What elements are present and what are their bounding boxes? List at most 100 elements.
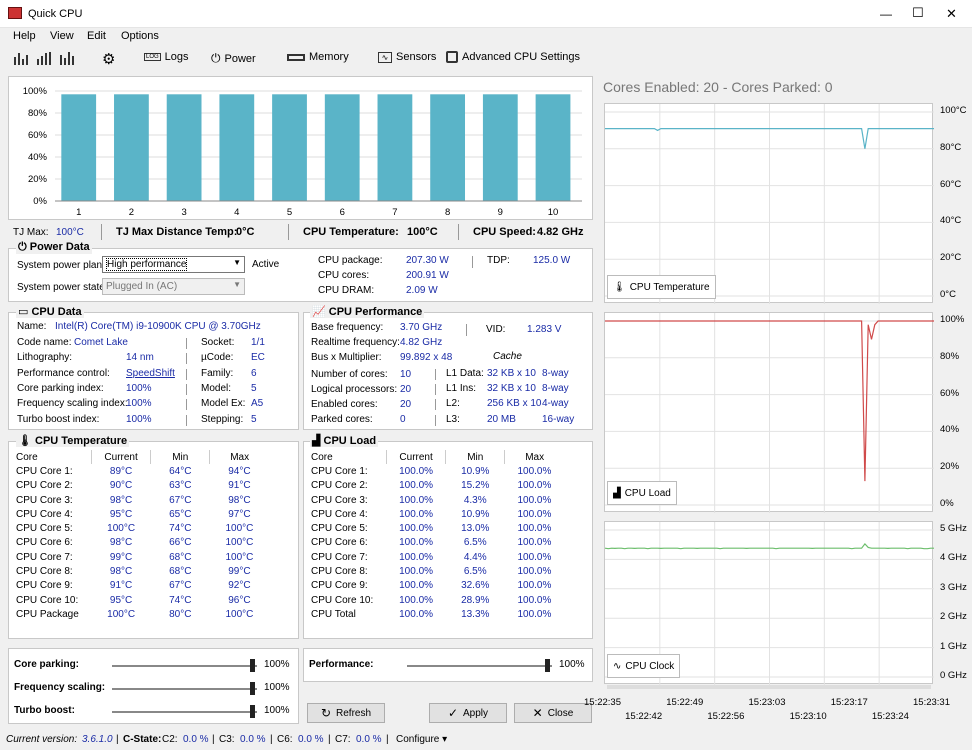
temperature-graph-label[interactable]: 🌡 CPU Temperature xyxy=(607,275,716,299)
bar xyxy=(272,94,307,201)
close-window-button[interactable]: ✕ xyxy=(946,6,957,22)
c6-value: 0.0 % xyxy=(298,734,324,745)
menu-view[interactable]: View xyxy=(50,30,74,42)
gear-icon[interactable]: ⚙ xyxy=(102,50,115,68)
 xyxy=(186,383,187,395)
cpu-data-value: 14 nm xyxy=(126,352,154,364)
menu-options[interactable]: Options xyxy=(121,30,159,42)
core-parking-label: Core parking: xyxy=(14,659,80,670)
cpu-data-label: Lithography: xyxy=(17,352,73,364)
performance-label: Realtime frequency: xyxy=(311,337,400,349)
status-bar: Current version: 3.6.1.0 | C-State: C2: … xyxy=(6,734,448,745)
bar-chart-icon[interactable] xyxy=(13,51,29,65)
load-row: CPU Core 9: 100.0% 32.6% 100.0% xyxy=(309,579,564,593)
app-icon xyxy=(8,7,22,19)
sensors-button[interactable]: ∿ Sensors xyxy=(378,51,436,63)
freq-scaling-track[interactable] xyxy=(112,688,257,690)
power-plan-status: Active xyxy=(252,259,280,270)
 xyxy=(186,399,187,411)
graph-y-tick: 1 GHz xyxy=(940,640,967,652)
cpu-data-value: 100% xyxy=(126,398,152,410)
menu-edit[interactable]: Edit xyxy=(87,30,106,42)
core-parking-track[interactable] xyxy=(112,665,257,667)
load-cell: CPU Core 4: xyxy=(311,508,368,520)
power-state-select: Plugged In (AC) ▼ xyxy=(102,278,245,295)
performance-track[interactable] xyxy=(407,665,552,667)
 xyxy=(435,399,436,411)
core-parking-thumb[interactable] xyxy=(250,659,255,672)
load-row: CPU Core 6: 100.0% 6.5% 100.0% xyxy=(309,536,564,550)
load-cell: CPU Core 6: xyxy=(311,537,368,549)
bar xyxy=(114,94,149,201)
bar-y-tick: 20% xyxy=(28,174,48,185)
refresh-button[interactable]: ↻ Refresh xyxy=(307,703,385,723)
cpu-data-label: Model: xyxy=(201,382,232,394)
cpu-data-value: 5 xyxy=(251,413,257,425)
minimize-button[interactable]: — xyxy=(880,7,892,21)
bar-x-tick: 2 xyxy=(129,207,134,218)
performance-label: Number of cores: xyxy=(311,368,388,380)
logs-button[interactable]: LOG Logs xyxy=(144,51,189,63)
c6-label: C6: xyxy=(277,734,293,745)
load-cell: 100.0% xyxy=(399,580,434,592)
cputemp-value: 100°C xyxy=(407,226,438,238)
apply-button[interactable]: ✓ Apply xyxy=(429,703,507,723)
configure-dropdown[interactable]: Configure ▾ xyxy=(396,734,447,745)
temperature-table: Core Current Min Max CPU Core 1: 89°C 64°C 94°C… xyxy=(14,450,269,622)
bar-y-tick: 60% xyxy=(28,130,48,141)
bar-chart-svg: 100% 80% 60% 40% 20% 0% 1 2 3 4 5 6 7 8 9 10 xyxy=(23,86,582,218)
bar xyxy=(324,94,360,201)
graph-y-tick: 100°C xyxy=(940,105,967,116)
core-parking-value: 100% xyxy=(264,659,290,670)
bar xyxy=(377,94,413,201)
cpu-performance-title: 📈 CPU Performance xyxy=(310,305,425,318)
turbo-boost-thumb[interactable] xyxy=(250,705,255,718)
bar-x-tick: 4 xyxy=(234,207,239,218)
cputemp-label: CPU Temperature: xyxy=(303,226,399,238)
temp-row: CPU Core 1: 89°C 64°C 94°C xyxy=(14,464,269,478)
power-data-title: ⏻ Power Data xyxy=(16,241,92,254)
power-plan-select[interactable]: High performance ▼ xyxy=(102,256,245,273)
graph-x-tick: 15:23:24 xyxy=(871,711,909,722)
menu-help[interactable]: Help xyxy=(13,30,36,42)
load-cell: 100.0% xyxy=(517,594,552,606)
temp-cell: CPU Package xyxy=(16,608,79,620)
bar-chart-3-icon[interactable] xyxy=(59,51,75,65)
graph-y-tick: 60% xyxy=(940,387,960,399)
bar-chart-2-icon[interactable] xyxy=(36,51,52,65)
cpuspeed-label: CPU Speed: xyxy=(473,226,536,238)
bar-y-tick: 0% xyxy=(33,196,47,207)
temp-cell: 100°C xyxy=(225,537,254,549)
close-button[interactable]: ✕ Close xyxy=(514,703,592,723)
graph-scrollbar[interactable] xyxy=(607,685,931,689)
cpu-data-label: Code name: xyxy=(17,337,72,348)
clock-wave-icon: ∿ xyxy=(613,660,622,672)
freq-scaling-thumb[interactable] xyxy=(250,682,255,695)
power-button[interactable]: ⏻ Power xyxy=(211,51,256,66)
c3-value: 0.0 % xyxy=(240,734,266,745)
cpu-data-value[interactable]: SpeedShift xyxy=(126,368,175,379)
load-cell: 100.0% xyxy=(399,537,434,549)
load-cell: 100.0% xyxy=(517,551,552,563)
load-header: Current xyxy=(386,450,446,465)
temp-cell: 94°C xyxy=(228,465,251,477)
turbo-boost-track[interactable] xyxy=(112,711,257,713)
maximize-button[interactable]: ☐ xyxy=(912,5,924,21)
load-graph-label[interactable]: ▟ CPU Load xyxy=(607,481,677,505)
clock-graph-label[interactable]: ∿ CPU Clock xyxy=(607,654,681,678)
performance-thumb[interactable] xyxy=(545,659,550,672)
c7-value: 0.0 % xyxy=(356,734,382,745)
bar-x-tick: 6 xyxy=(340,207,345,218)
temp-cell: 98°C xyxy=(109,494,133,506)
memory-button[interactable]: Memory xyxy=(287,51,349,63)
load-table: Core Current Min Max CPU Core 1: 100.0% 10.9% 1… xyxy=(309,450,564,622)
graph-x-tick: 15:23:10 xyxy=(789,711,827,722)
cpu-data-value: 6 xyxy=(251,367,257,379)
cache-assoc-value: 8-way xyxy=(542,368,569,379)
load-row: CPU Core 10: 100.0% 28.9% 100.0% xyxy=(309,593,564,607)
cache-level-label: L2: xyxy=(446,398,460,410)
sensors-icon: ∿ xyxy=(378,51,392,63)
advanced-settings-button[interactable]: Advanced CPU Settings xyxy=(446,51,580,63)
graph-y-tick: 40% xyxy=(940,424,960,436)
temp-cell: CPU Core 8: xyxy=(16,566,73,578)
